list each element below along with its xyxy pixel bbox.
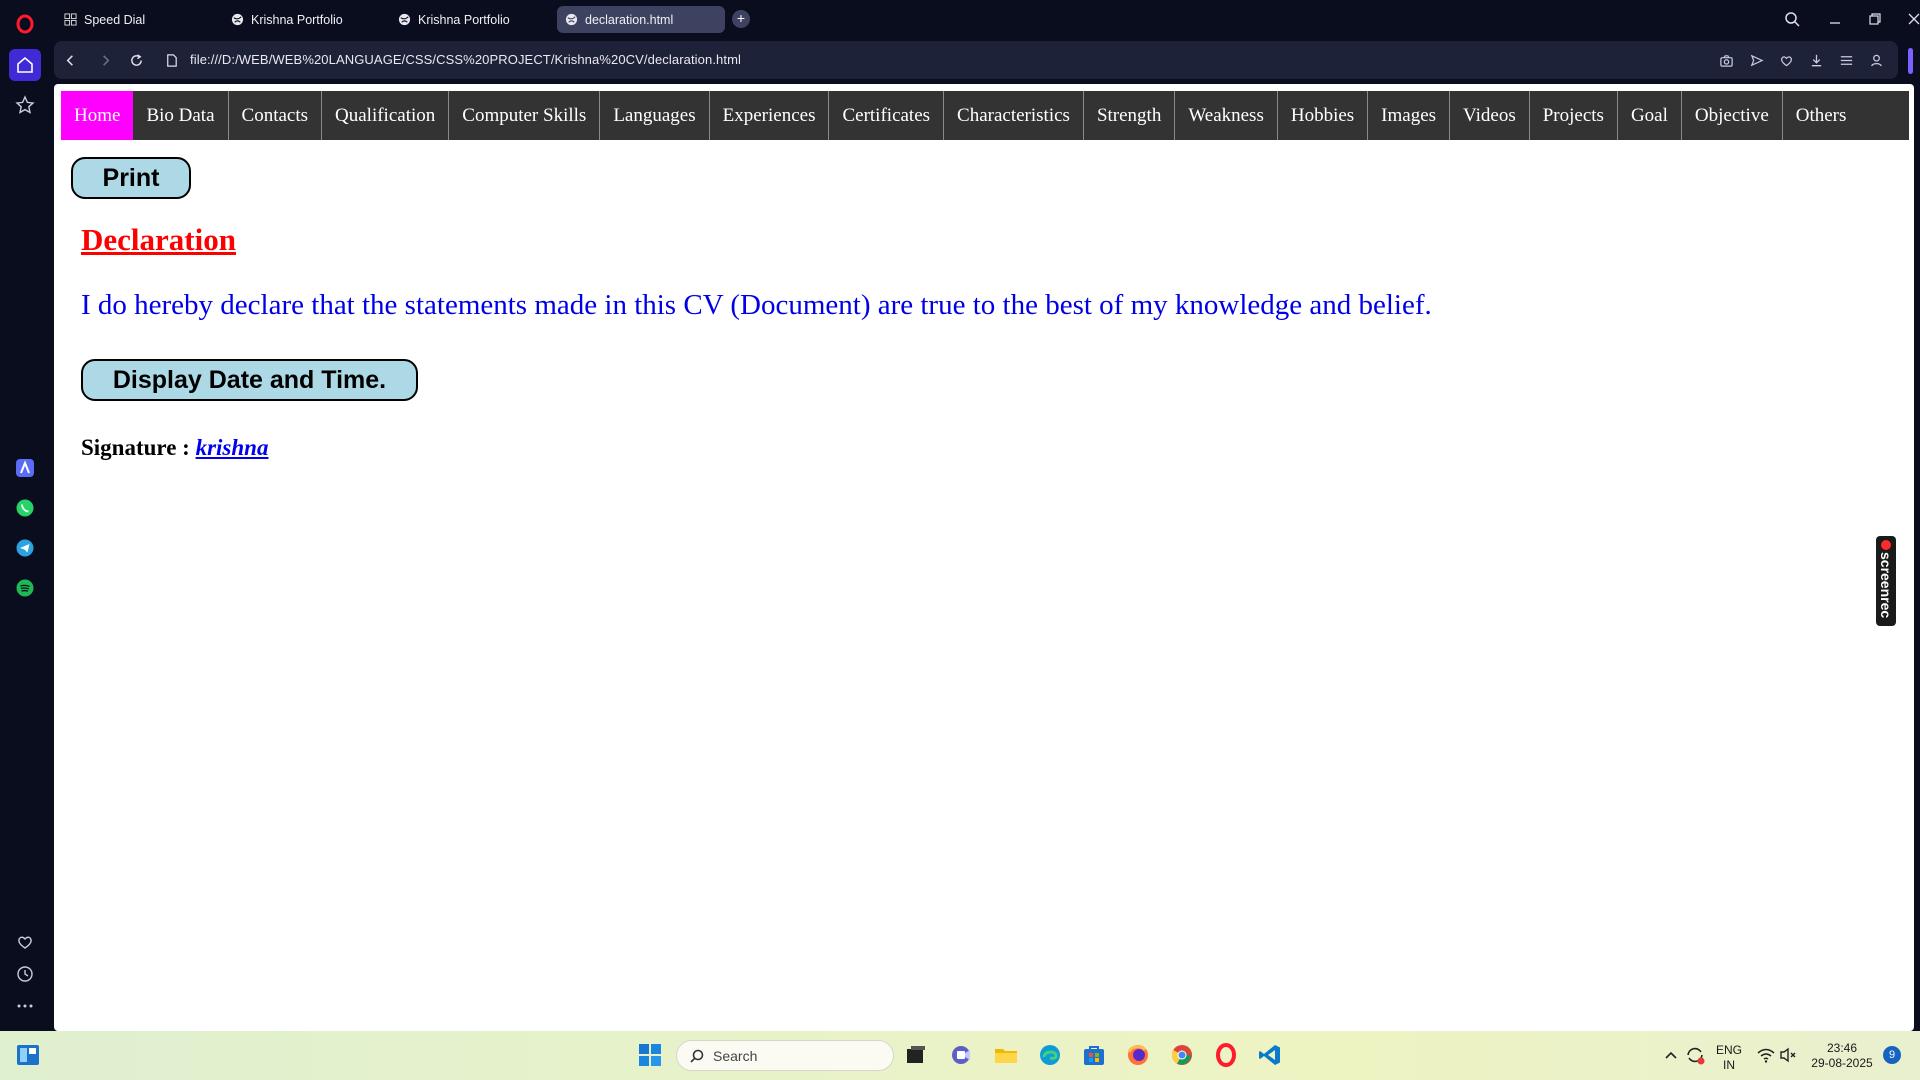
- forward-icon[interactable]: [96, 51, 114, 69]
- signature-line: Signature : krishna: [81, 435, 268, 461]
- opera-logo-icon[interactable]: [9, 8, 41, 40]
- aria-app-icon[interactable]: [9, 452, 41, 484]
- signature-link[interactable]: krishna: [196, 435, 269, 460]
- nav-goal[interactable]: Goal: [1618, 91, 1682, 140]
- task-view-icon[interactable]: [902, 1041, 930, 1069]
- record-dot-icon: [1881, 540, 1891, 550]
- tab-speed-dial[interactable]: Speed Dial: [56, 6, 216, 33]
- globe-icon: [565, 13, 578, 26]
- teams-meet-icon[interactable]: [948, 1041, 976, 1069]
- whatsapp-icon[interactable]: [9, 492, 41, 524]
- nav-others[interactable]: Others: [1783, 91, 1860, 140]
- clock-time: 23:46: [1826, 1041, 1858, 1055]
- tab-label: Speed Dial: [84, 12, 146, 27]
- reload-icon[interactable]: [127, 51, 145, 69]
- send-arrow-icon[interactable]: [1747, 51, 1765, 69]
- history-clock-icon[interactable]: [9, 958, 41, 990]
- bookmark-heart-icon[interactable]: [1777, 51, 1795, 69]
- tab-label: declaration.html: [585, 12, 674, 27]
- clock-date: 29-08-2025: [1811, 1056, 1873, 1070]
- nav-hobbies[interactable]: Hobbies: [1278, 91, 1369, 140]
- back-icon[interactable]: [61, 51, 79, 69]
- nav-computer-skills[interactable]: Computer Skills: [449, 91, 601, 140]
- tab-krishna-portfolio-2[interactable]: Krishna Portfolio: [390, 6, 550, 33]
- edge-browser-icon[interactable]: [1036, 1041, 1064, 1069]
- search-tabs-icon[interactable]: [1782, 9, 1802, 29]
- easy-setup-icon[interactable]: [1837, 51, 1855, 69]
- nav-objective[interactable]: Objective: [1682, 91, 1783, 140]
- taskbar-search[interactable]: Search: [676, 1040, 894, 1071]
- microsoft-store-icon[interactable]: [1080, 1041, 1108, 1069]
- top-navigation: Home Bio Data Contacts Qualification Com…: [61, 91, 1909, 140]
- search-placeholder: Search: [713, 1047, 758, 1064]
- home-icon[interactable]: [9, 49, 41, 81]
- language-indicator[interactable]: ENG IN: [1714, 1043, 1744, 1073]
- nav-images[interactable]: Images: [1368, 91, 1451, 140]
- address-bar: file:///D:/WEB/WEB%20LANGUAGE/CSS/CSS%20…: [54, 41, 1898, 79]
- nav-strength[interactable]: Strength: [1084, 91, 1176, 140]
- nav-home[interactable]: Home: [61, 91, 134, 140]
- tab-bar: Speed Dial Krishna Portfolio Krishna Por…: [50, 0, 1920, 38]
- nav-contacts[interactable]: Contacts: [229, 91, 323, 140]
- file-icon[interactable]: [162, 51, 180, 69]
- nav-certificates[interactable]: Certificates: [829, 91, 945, 140]
- tab-label: Krishna Portfolio: [418, 12, 510, 27]
- restore-icon[interactable]: [1865, 9, 1885, 29]
- firefox-icon[interactable]: [1124, 1041, 1152, 1069]
- more-dots-icon[interactable]: [9, 990, 41, 1022]
- minimize-icon[interactable]: [1825, 9, 1845, 29]
- declaration-text: I do hereby declare that the statements …: [81, 289, 1432, 321]
- grid-icon: [64, 13, 77, 26]
- browser-sidebar: [0, 0, 50, 1031]
- screenrec-widget[interactable]: screenrec: [1876, 536, 1896, 626]
- volume-muted-icon[interactable]: [1775, 1041, 1803, 1069]
- windows-taskbar: Search ENG IN 23:46 29-08-2025 9: [0, 1031, 1920, 1080]
- signature-label: Signature :: [81, 435, 190, 460]
- nav-characteristics[interactable]: Characteristics: [944, 91, 1084, 140]
- opera-taskbar-icon[interactable]: [1212, 1041, 1240, 1069]
- nav-weakness[interactable]: Weakness: [1175, 91, 1278, 140]
- sidebar-scroll-indicator: [1908, 48, 1913, 74]
- widgets-icon[interactable]: [14, 1041, 42, 1069]
- globe-icon: [231, 13, 244, 26]
- nav-qualification[interactable]: Qualification: [322, 91, 450, 140]
- notification-badge[interactable]: 9: [1883, 1046, 1901, 1064]
- profile-icon[interactable]: [1867, 51, 1885, 69]
- windows-start-icon[interactable]: [636, 1041, 664, 1069]
- url-text[interactable]: file:///D:/WEB/WEB%20LANGUAGE/CSS/CSS%20…: [190, 52, 741, 67]
- globe-icon: [398, 13, 411, 26]
- tab-label: Krishna Portfolio: [251, 12, 343, 27]
- heart-icon[interactable]: [9, 926, 41, 958]
- star-icon[interactable]: [9, 89, 41, 121]
- clock[interactable]: 23:46 29-08-2025: [1806, 1041, 1878, 1071]
- nav-videos[interactable]: Videos: [1450, 91, 1530, 140]
- lang-top: ENG: [1715, 1043, 1742, 1057]
- file-explorer-icon[interactable]: [992, 1041, 1020, 1069]
- page-title: Declaration: [81, 222, 236, 257]
- nav-languages[interactable]: Languages: [600, 91, 710, 140]
- vscode-icon[interactable]: [1256, 1041, 1284, 1069]
- lang-bottom: IN: [1723, 1058, 1735, 1072]
- display-date-time-button[interactable]: Display Date and Time.: [81, 359, 418, 401]
- new-tab-plus-icon[interactable]: +: [732, 10, 750, 28]
- spotify-icon[interactable]: [9, 572, 41, 604]
- telegram-icon[interactable]: [9, 532, 41, 564]
- page-viewport: Home Bio Data Contacts Qualification Com…: [54, 84, 1914, 1031]
- screenrec-label: screenrec: [1878, 552, 1894, 619]
- nav-projects[interactable]: Projects: [1530, 91, 1618, 140]
- nav-bio-data[interactable]: Bio Data: [133, 91, 229, 140]
- close-icon[interactable]: [1904, 9, 1920, 29]
- sync-alert-icon[interactable]: [1681, 1041, 1709, 1069]
- download-icon[interactable]: [1807, 51, 1825, 69]
- print-button[interactable]: Print: [71, 157, 191, 199]
- nav-experiences[interactable]: Experiences: [710, 91, 830, 140]
- tab-krishna-portfolio-1[interactable]: Krishna Portfolio: [223, 6, 383, 33]
- chrome-icon[interactable]: [1168, 1041, 1196, 1069]
- camera-snapshot-icon[interactable]: [1717, 51, 1735, 69]
- tab-declaration[interactable]: declaration.html: [557, 6, 725, 33]
- search-icon: [690, 1049, 704, 1063]
